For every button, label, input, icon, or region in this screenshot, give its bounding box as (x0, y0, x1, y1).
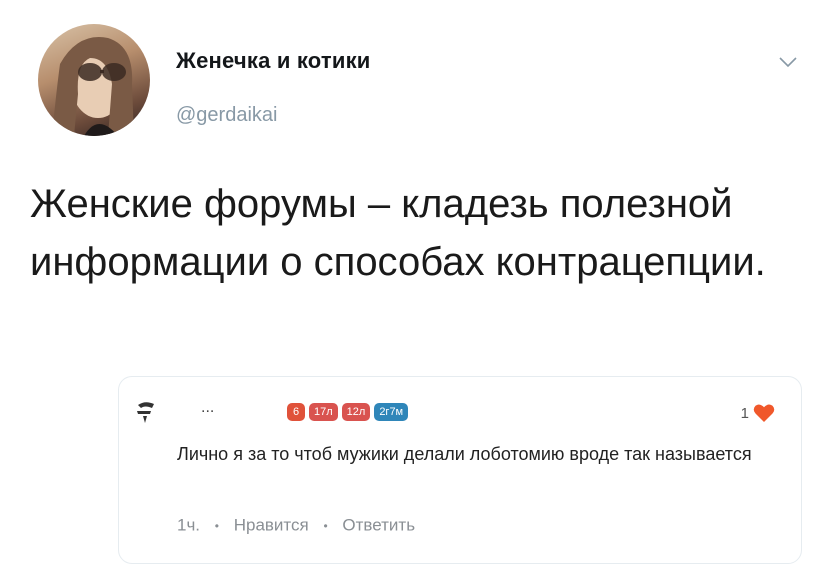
commenter-avatar[interactable] (135, 399, 157, 425)
reply-link[interactable]: Ответить (342, 516, 415, 535)
badge-rank: 6 (287, 403, 305, 421)
badge-membership: 2г7м (374, 403, 409, 421)
comment-meta: 1ч. • Нравится • Ответить (177, 515, 415, 536)
comment-time: 1ч. (177, 515, 201, 535)
separator-dot: • (214, 518, 219, 533)
commenter-name[interactable]: ... (201, 399, 214, 417)
chevron-down-icon[interactable] (776, 50, 800, 74)
comment-text: Лично я за то чтоб мужики делали лоботом… (177, 444, 752, 464)
commenter-badges: 6 17л 12л 2г7м (287, 403, 409, 421)
badge-age-2: 12л (341, 403, 371, 421)
like-count: 1 (740, 404, 749, 422)
comment-likes: 1 (741, 403, 775, 423)
like-link[interactable]: Нравится (234, 516, 309, 535)
tweet-text: Женские форумы – кладезь полезной информ… (30, 182, 766, 284)
badge-age: 17л (309, 403, 338, 421)
embedded-comment-card: ... 6 17л 12л 2г7м 1 Лично я за то чтоб … (118, 376, 802, 564)
author-avatar[interactable] (38, 24, 150, 136)
author-handle[interactable]: @gerdaikai (176, 104, 277, 127)
tweet: Женечка и котики @gerdaikai Женские фору… (0, 0, 827, 568)
author-display-name[interactable]: Женечка и котики (176, 48, 371, 74)
separator-dot: • (323, 518, 328, 533)
heart-icon[interactable] (753, 403, 775, 423)
